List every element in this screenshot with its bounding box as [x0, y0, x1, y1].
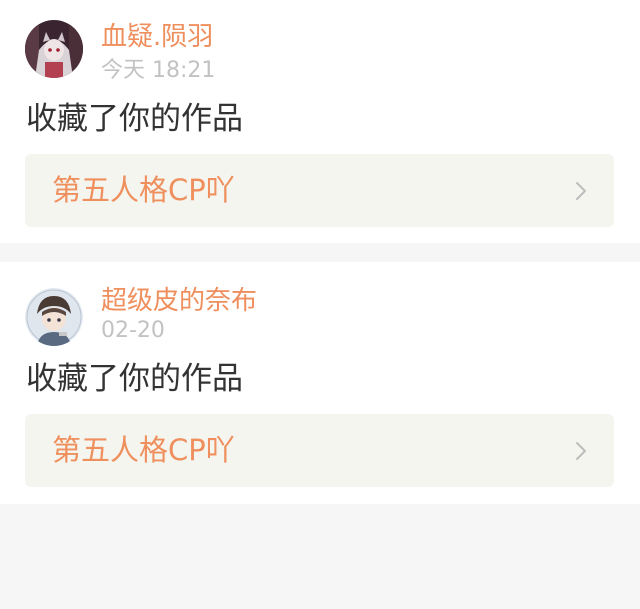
- chevron-right-icon: [576, 442, 586, 460]
- action-text: 收藏了你的作品: [26, 101, 243, 137]
- username[interactable]: 血疑.陨羽: [101, 22, 213, 52]
- notification-card: 超级皮的奈布 02-20 收藏了你的作品 第五人格CP吖: [0, 262, 640, 504]
- work-link[interactable]: 第五人格CP吖: [25, 414, 614, 487]
- chevron-right-icon: [576, 182, 586, 200]
- action-text: 收藏了你的作品: [26, 361, 243, 397]
- work-title: 第五人格CP吖: [52, 433, 235, 467]
- notification-card: 血疑.陨羽 今天 18:21 收藏了你的作品 第五人格CP吖: [0, 0, 640, 243]
- avatar-anime-girl-icon: [25, 20, 83, 78]
- user-avatar[interactable]: [25, 20, 83, 78]
- timestamp: 今天 18:21: [101, 58, 216, 83]
- avatar-anime-boy-icon: [25, 288, 83, 346]
- user-avatar[interactable]: [25, 288, 83, 346]
- timestamp: 02-20: [101, 318, 165, 343]
- work-title: 第五人格CP吖: [52, 173, 235, 207]
- username[interactable]: 超级皮的奈布: [101, 286, 257, 316]
- work-link[interactable]: 第五人格CP吖: [25, 154, 614, 227]
